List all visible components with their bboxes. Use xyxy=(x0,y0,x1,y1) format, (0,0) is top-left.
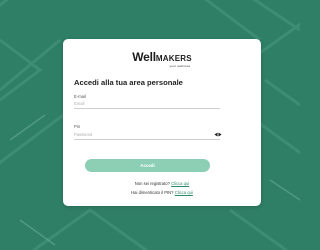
register-text: Non sei registrato? xyxy=(134,181,170,186)
logo-well-text: Well xyxy=(132,50,156,64)
login-button[interactable]: Accedi xyxy=(85,159,210,172)
forgot-pin-text: Hai dimenticato il PIN? xyxy=(131,190,174,195)
forgot-pin-line: Hai dimenticato il PIN? Clicca qui xyxy=(63,190,261,195)
page-title: Accedi alla tua area personale xyxy=(74,78,183,87)
email-field[interactable] xyxy=(74,99,220,109)
pin-field[interactable] xyxy=(74,130,220,140)
logo-makers-text: MAKERS xyxy=(155,54,192,63)
register-line: Non sei registrato? Clicca qui xyxy=(63,181,261,186)
brand-logo: WellMAKERS xyxy=(63,49,261,65)
register-link[interactable]: Clicca qui xyxy=(171,181,189,186)
pin-label: Pin xyxy=(74,124,81,129)
logo-tagline: your wellness xyxy=(169,64,191,68)
eye-icon[interactable] xyxy=(214,132,222,137)
forgot-pin-link[interactable]: Clicca qui xyxy=(175,190,193,195)
